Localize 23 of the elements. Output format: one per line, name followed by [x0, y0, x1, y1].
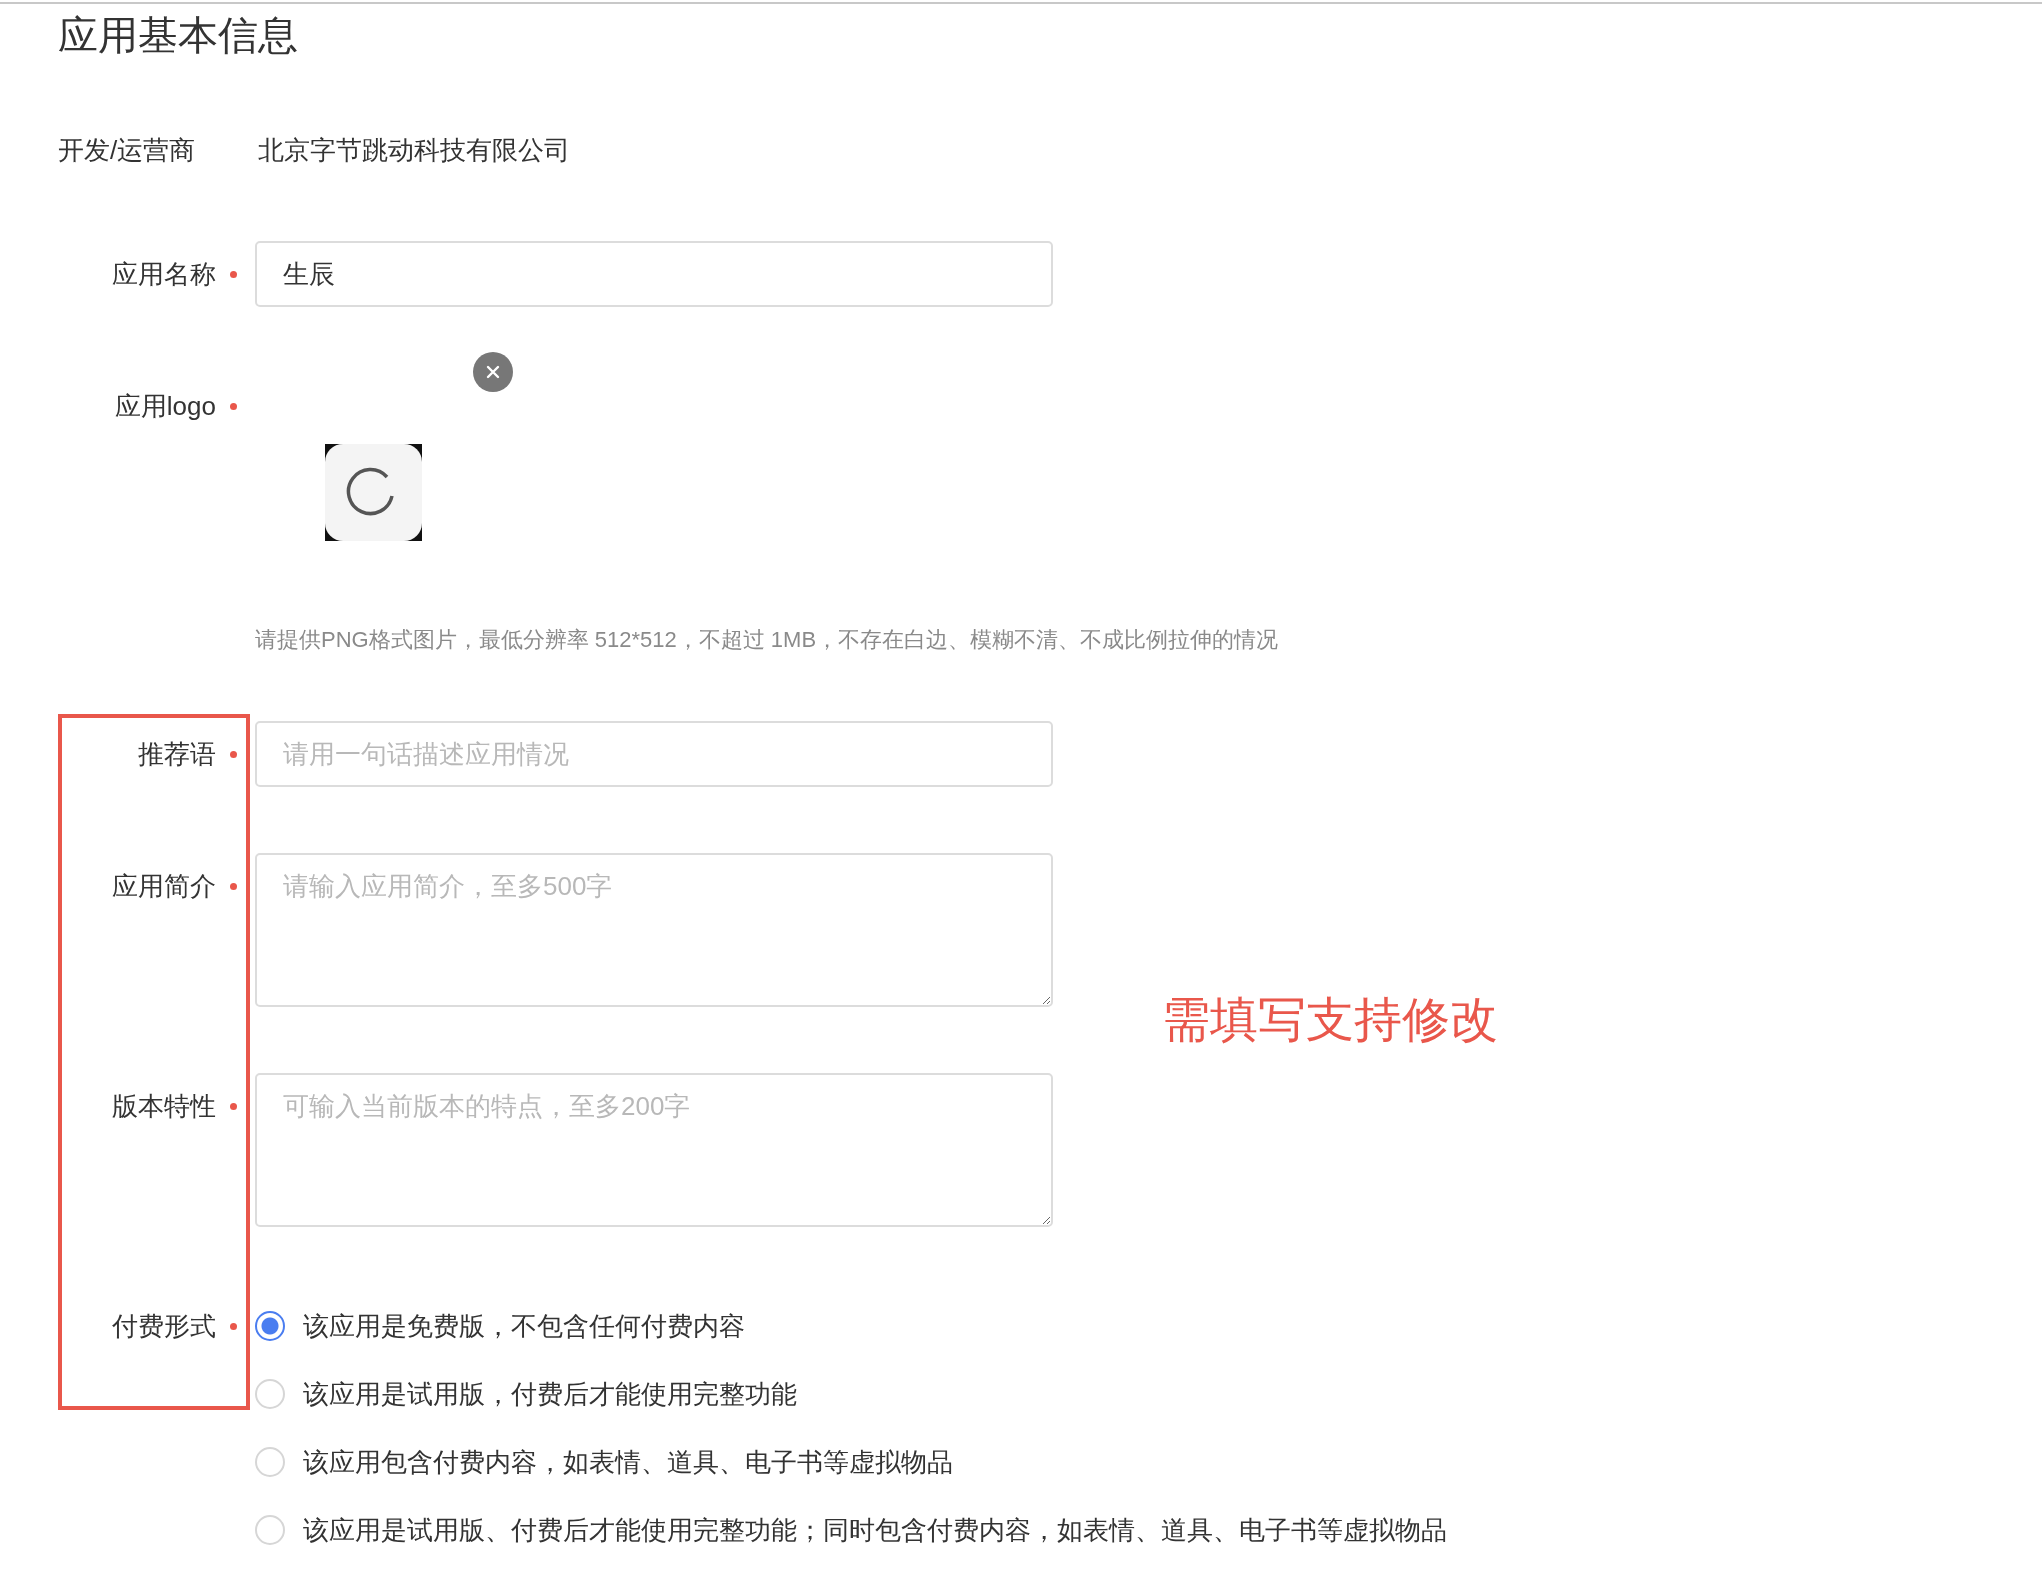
text-area-field[interactable]: 可输入当前版本的特点，至多200字 [255, 1073, 1053, 1227]
remove-button[interactable] [473, 352, 513, 392]
option-label: 该应用是试用版、付费后才能使用完整功能；同时包含付费内容，如表情、道具、电子书等虚拟物品 [303, 1513, 1447, 1547]
spinner-logo-icon [325, 444, 422, 541]
option-label: 该应用是试用版，付费后才能使用完整功能 [303, 1377, 797, 1411]
text-area-field[interactable]: 请输入应用简介，至多500字 [255, 853, 1053, 1007]
field-label: 应用名称 [112, 257, 216, 291]
option-label: 该应用包含付费内容，如表情、道具、电子书等虚拟物品 [303, 1445, 953, 1479]
field-label: 推荐语 [138, 737, 216, 771]
field-label: 版本特性 [112, 1089, 216, 1123]
developer-name: 北京字节跳动科技有限公司 [258, 134, 570, 167]
section-title: 应用基本信息 [58, 12, 299, 59]
field-label: 付费形式 [112, 1309, 216, 1343]
text-input-field[interactable]: 请用一句话描述应用情况 [255, 721, 1053, 787]
option-label: 该应用是免费版，不包含任何付费内容 [303, 1309, 745, 1343]
close-icon [485, 364, 501, 380]
hint-text: 请提供PNG格式图片，最低分辨率 512*512，不超过 1MB，不存在白边、模糊不清、不成比例拉伸的情况 [255, 626, 1279, 654]
text-input-field[interactable]: 生辰 [255, 241, 1053, 307]
field-label: 应用简介 [112, 869, 216, 903]
radio-button[interactable] [255, 1311, 285, 1341]
field-label: 开发/运营商 [58, 134, 197, 167]
annotation-text: 需填写支持修改 [1162, 992, 1498, 1048]
field-label: 应用logo [114, 389, 216, 423]
